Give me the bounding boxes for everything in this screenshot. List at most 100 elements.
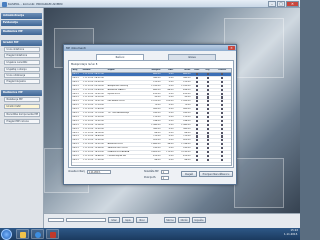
checkbox[interactable] xyxy=(206,119,209,122)
storno-button[interactable]: Storno xyxy=(164,217,176,223)
table-row[interactable]: MP-P1 1.11.2013. 17:05:00 88,00 0,00 88,00 xyxy=(72,158,231,163)
taskbar-app-kaspol[interactable] xyxy=(46,229,59,239)
checkbox[interactable] xyxy=(206,135,209,138)
checkbox[interactable] xyxy=(206,131,209,134)
sidebar-item-2[interactable]: Izvješće narudžbi xyxy=(4,60,40,65)
checkbox[interactable] xyxy=(195,84,198,87)
checkbox[interactable] xyxy=(206,76,209,80)
checkbox[interactable] xyxy=(221,76,224,80)
refresh-button[interactable]: Osvježi xyxy=(181,171,197,177)
checkbox[interactable] xyxy=(221,96,224,99)
taskbar-app-explorer[interactable] xyxy=(16,229,29,239)
exit-button[interactable]: Izlaz xyxy=(108,217,120,223)
sidebar-section-1[interactable]: Evidencija xyxy=(1,20,42,26)
system-tray-clock[interactable]: 15:22 1.11.2013. xyxy=(284,229,298,239)
checkbox[interactable] xyxy=(206,112,209,115)
checkbox[interactable] xyxy=(195,76,198,80)
checkbox[interactable] xyxy=(195,127,198,130)
checkbox[interactable] xyxy=(195,112,198,115)
sidebar-item-mp-2[interactable]: Narudžba komponente MP xyxy=(4,112,40,117)
checkbox[interactable] xyxy=(206,92,209,95)
checkbox[interactable] xyxy=(206,127,209,130)
checkbox[interactable] xyxy=(221,80,224,83)
bottom-input-1[interactable] xyxy=(48,218,64,222)
checkbox[interactable] xyxy=(206,88,209,91)
checkbox[interactable] xyxy=(221,73,224,76)
sidebar-section-mp-0[interactable]: Radionica MP xyxy=(1,90,42,96)
checkbox[interactable] xyxy=(221,84,224,87)
checkbox[interactable] xyxy=(195,108,198,111)
checkbox[interactable] xyxy=(221,127,224,130)
checkbox[interactable] xyxy=(221,119,224,122)
checkbox[interactable] xyxy=(221,108,224,111)
sidebar-section-3[interactable]: Izradni MP xyxy=(1,40,42,46)
checkbox-cell[interactable] xyxy=(191,158,202,163)
sidebar-section-2[interactable]: Radionica MP xyxy=(1,29,42,35)
checkbox[interactable] xyxy=(195,143,198,146)
checkbox[interactable] xyxy=(195,151,198,154)
checkbox[interactable] xyxy=(195,135,198,138)
report-button[interactable]: Izvješće xyxy=(192,217,206,223)
checkbox[interactable] xyxy=(195,104,198,107)
taskbar-app-browser[interactable] xyxy=(31,229,44,239)
dialog-close-button[interactable]: ✕ xyxy=(228,45,235,51)
checkbox[interactable] xyxy=(221,143,224,146)
checkbox[interactable] xyxy=(195,73,198,76)
checkbox[interactable] xyxy=(206,108,209,111)
checkbox[interactable] xyxy=(195,80,198,83)
checkbox[interactable] xyxy=(195,131,198,134)
checkbox[interactable] xyxy=(206,115,209,119)
checkbox[interactable] xyxy=(206,80,209,83)
checkbox-cell[interactable] xyxy=(202,158,213,163)
checkbox[interactable] xyxy=(221,123,224,126)
checkbox[interactable] xyxy=(206,104,209,107)
checkbox[interactable] xyxy=(206,84,209,87)
checkbox[interactable] xyxy=(221,158,224,161)
sidebar-item-mp-0[interactable]: Nalaženje MP xyxy=(4,97,40,102)
checkbox[interactable] xyxy=(195,100,198,103)
checkbox[interactable] xyxy=(221,92,224,95)
checkbox[interactable] xyxy=(206,100,209,103)
checkbox[interactable] xyxy=(221,139,224,142)
checkbox[interactable] xyxy=(221,147,224,150)
delete-button[interactable]: Obriši xyxy=(178,217,190,223)
print-button[interactable]: Ispis xyxy=(122,217,134,223)
checkbox[interactable] xyxy=(206,96,209,99)
close-window-button[interactable]: ✕ xyxy=(286,0,299,7)
checkbox[interactable] xyxy=(195,88,198,91)
checkbox[interactable] xyxy=(206,147,209,150)
checkbox[interactable] xyxy=(221,100,224,103)
checkbox[interactable] xyxy=(221,151,224,154)
checkbox[interactable] xyxy=(195,119,198,122)
maximize-button[interactable]: □ xyxy=(277,0,285,7)
checkbox[interactable] xyxy=(195,147,198,150)
checkbox[interactable] xyxy=(195,154,198,158)
change-order-button[interactable]: Promjeni Narudžbenicu xyxy=(199,171,233,177)
checkbox[interactable] xyxy=(206,143,209,146)
checkbox[interactable] xyxy=(221,154,224,158)
new-button[interactable]: Novi xyxy=(136,217,148,223)
sidebar-item-1[interactable]: Pregled izdatnica xyxy=(4,53,40,58)
checkbox[interactable] xyxy=(195,123,198,126)
sidebar-item-mp-1[interactable]: Izradni listić xyxy=(4,104,40,109)
start-button[interactable] xyxy=(1,228,12,240)
sidebar-item-mp-3[interactable]: Pregled MP računa xyxy=(4,119,40,124)
checkbox[interactable] xyxy=(206,123,209,126)
checkbox-cell[interactable] xyxy=(213,158,231,163)
sidebar-section-0[interactable]: Administracija xyxy=(1,13,42,19)
checkbox[interactable] xyxy=(221,88,224,91)
checkbox[interactable] xyxy=(195,115,198,119)
checkbox[interactable] xyxy=(195,92,198,95)
sidebar-item-4[interactable]: Unos odobrenja xyxy=(4,73,40,78)
checkbox[interactable] xyxy=(206,73,209,76)
checkbox[interactable] xyxy=(195,139,198,142)
bottom-input-2[interactable] xyxy=(66,218,106,222)
sidebar-item-3[interactable]: Izvještaj o stanju xyxy=(4,67,40,72)
checkbox[interactable] xyxy=(221,104,224,107)
position-input[interactable]: 1 xyxy=(161,175,169,180)
checkbox[interactable] xyxy=(221,135,224,138)
minimize-button[interactable]: – xyxy=(268,0,276,7)
sidebar-item-0[interactable]: Unos izdatnica xyxy=(4,47,40,52)
checkbox[interactable] xyxy=(195,96,198,99)
checkbox[interactable] xyxy=(221,115,224,119)
